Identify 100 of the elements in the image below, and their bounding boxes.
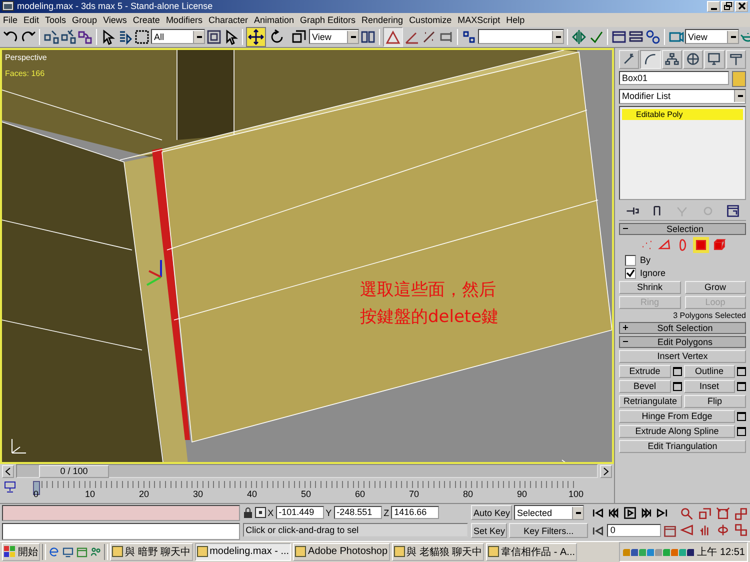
next-time-button[interactable] (600, 464, 612, 478)
taskbar-task-button[interactable]: 與 老貓狼 聊天中 (392, 542, 484, 561)
browser-e-icon[interactable] (48, 546, 60, 558)
settings-button[interactable] (737, 412, 746, 421)
restore-button[interactable] (721, 0, 734, 12)
hierarchy-tab[interactable] (662, 50, 682, 69)
soft-selection-rollout-header[interactable]: Soft Selection (619, 322, 746, 334)
named-selection-field[interactable] (478, 29, 564, 44)
edit-polygon-button[interactable]: Inset (684, 380, 735, 393)
menu-item[interactable]: Character (208, 14, 248, 25)
edit-polygon-button[interactable]: Edit Triangulation (619, 440, 746, 453)
checkbox[interactable] (625, 254, 636, 266)
menu-item[interactable]: Rendering (362, 14, 404, 25)
set-key-button[interactable]: Set Key (471, 523, 507, 538)
polygon-level-button[interactable] (692, 236, 708, 253)
previous-time-button[interactable] (2, 464, 14, 478)
menu-item[interactable]: Tools (45, 14, 66, 25)
time-slider-thumb[interactable]: 0 / 100 (39, 465, 109, 478)
object-name-field[interactable]: Box01 (619, 70, 729, 85)
unlink-icon[interactable] (60, 28, 76, 45)
auto-key-button[interactable]: Auto Key (471, 505, 512, 520)
checkbox-option[interactable]: Ignore (619, 268, 746, 279)
link-icon[interactable] (43, 28, 59, 45)
settings-button[interactable] (737, 426, 746, 436)
selection-button[interactable]: Grow (684, 280, 746, 294)
menu-item[interactable]: MAXScript (458, 14, 500, 25)
zoom-extents-all-icon[interactable] (734, 507, 748, 522)
zoom-extents-icon[interactable] (716, 507, 730, 522)
key-mode-dropdown[interactable]: Selected (514, 505, 584, 520)
close-button[interactable] (735, 0, 748, 12)
field-of-view-icon[interactable] (680, 523, 694, 538)
motion-tab[interactable] (682, 50, 704, 69)
viewport-label[interactable]: Perspective (5, 52, 47, 62)
go-to-start-icon[interactable] (591, 506, 606, 520)
menu-item[interactable]: Views (103, 14, 127, 25)
object-color-swatch[interactable] (732, 70, 746, 87)
edit-polygon-button[interactable]: Outline (684, 364, 735, 378)
settings-button[interactable] (737, 366, 746, 376)
menu-item[interactable]: Help (506, 14, 525, 25)
taskbar-task-button[interactable]: Adobe Photoshop (293, 542, 390, 561)
play-icon[interactable] (623, 506, 638, 520)
menu-item[interactable]: Graph Editors (300, 14, 356, 25)
menu-item[interactable]: Animation (254, 14, 294, 25)
menu-item[interactable]: Customize (409, 14, 452, 25)
checkbox[interactable] (625, 268, 636, 279)
key-filters-button[interactable]: Key Filters... (509, 523, 588, 538)
magnifier-icon[interactable] (680, 507, 694, 522)
edit-polygon-button[interactable]: Flip (684, 394, 746, 408)
settings-button[interactable] (672, 382, 682, 391)
render-view-dropdown[interactable]: View (685, 29, 739, 44)
modifier-list-dropdown[interactable]: Modifier List (619, 88, 746, 104)
menu-item[interactable]: Create (132, 14, 160, 25)
key-mode-icon[interactable] (591, 524, 606, 538)
menu-item[interactable]: Modifiers (166, 14, 202, 25)
maxscript-input-field[interactable] (2, 523, 240, 540)
stack-item[interactable]: Editable Poly (622, 108, 743, 120)
settings-button[interactable] (737, 382, 746, 391)
mirror-icon[interactable] (571, 28, 587, 45)
lock-icon[interactable] (242, 507, 253, 518)
percent-snap-icon[interactable] (421, 28, 437, 45)
bind-icon[interactable] (77, 28, 93, 45)
menu-item[interactable]: File (3, 14, 18, 25)
maximize-icon[interactable] (734, 523, 748, 538)
menu-item[interactable]: Group (72, 14, 98, 25)
modify-tab[interactable] (640, 50, 661, 69)
list-icon[interactable] (117, 28, 133, 45)
dashed-rectangle-icon[interactable] (134, 28, 150, 45)
arc-rotate-icon[interactable] (716, 523, 730, 538)
taskbar-task-button[interactable]: modeling.max - ... (194, 542, 292, 561)
settings-button[interactable] (672, 366, 682, 376)
edit-polygon-button[interactable]: Extrude (619, 364, 670, 378)
taskbar-task-button[interactable]: 韋信相作品 - A... (486, 542, 578, 561)
edit-polygon-button[interactable]: Insert Vertex (619, 350, 746, 363)
calendar-icon[interactable] (76, 546, 88, 558)
material-icon[interactable] (645, 28, 661, 45)
create-tab[interactable] (619, 50, 640, 69)
selection-rollout-header[interactable]: Selection (619, 222, 746, 235)
selection-filter-dropdown[interactable]: All (151, 29, 205, 44)
edit-polygon-button[interactable]: Extrude Along Spline (619, 424, 735, 438)
edit-polygons-rollout-header[interactable]: Edit Polygons (619, 336, 746, 348)
selection-button[interactable]: Shrink (619, 280, 680, 294)
menu-item[interactable]: Edit (24, 14, 40, 25)
next-frame-icon[interactable] (639, 506, 654, 520)
edit-polygon-button[interactable]: Hinge From Edge (619, 410, 735, 423)
time-configuration-icon[interactable] (663, 524, 677, 538)
monitor-icon[interactable] (4, 480, 18, 493)
configure-icon[interactable] (726, 204, 740, 218)
minimize-button[interactable] (707, 0, 720, 12)
coordinate-field[interactable]: 1416.66 (391, 506, 440, 520)
edit-polygon-button[interactable]: Bevel (619, 380, 670, 393)
go-to-end-icon[interactable] (655, 506, 670, 520)
absolute-mode-icon[interactable] (254, 507, 266, 518)
track-view-icon[interactable] (611, 28, 627, 45)
utilities-tab[interactable] (726, 50, 746, 69)
checkbox-option[interactable]: By (619, 254, 746, 266)
display-tab[interactable] (704, 50, 725, 69)
taskbar-task-button[interactable]: 與 暗野 聊天中 (110, 542, 193, 561)
maxscript-listener-field[interactable] (2, 504, 240, 522)
named-selection-icon[interactable] (461, 28, 477, 45)
edit-polygon-button[interactable]: Retriangulate (619, 394, 682, 408)
